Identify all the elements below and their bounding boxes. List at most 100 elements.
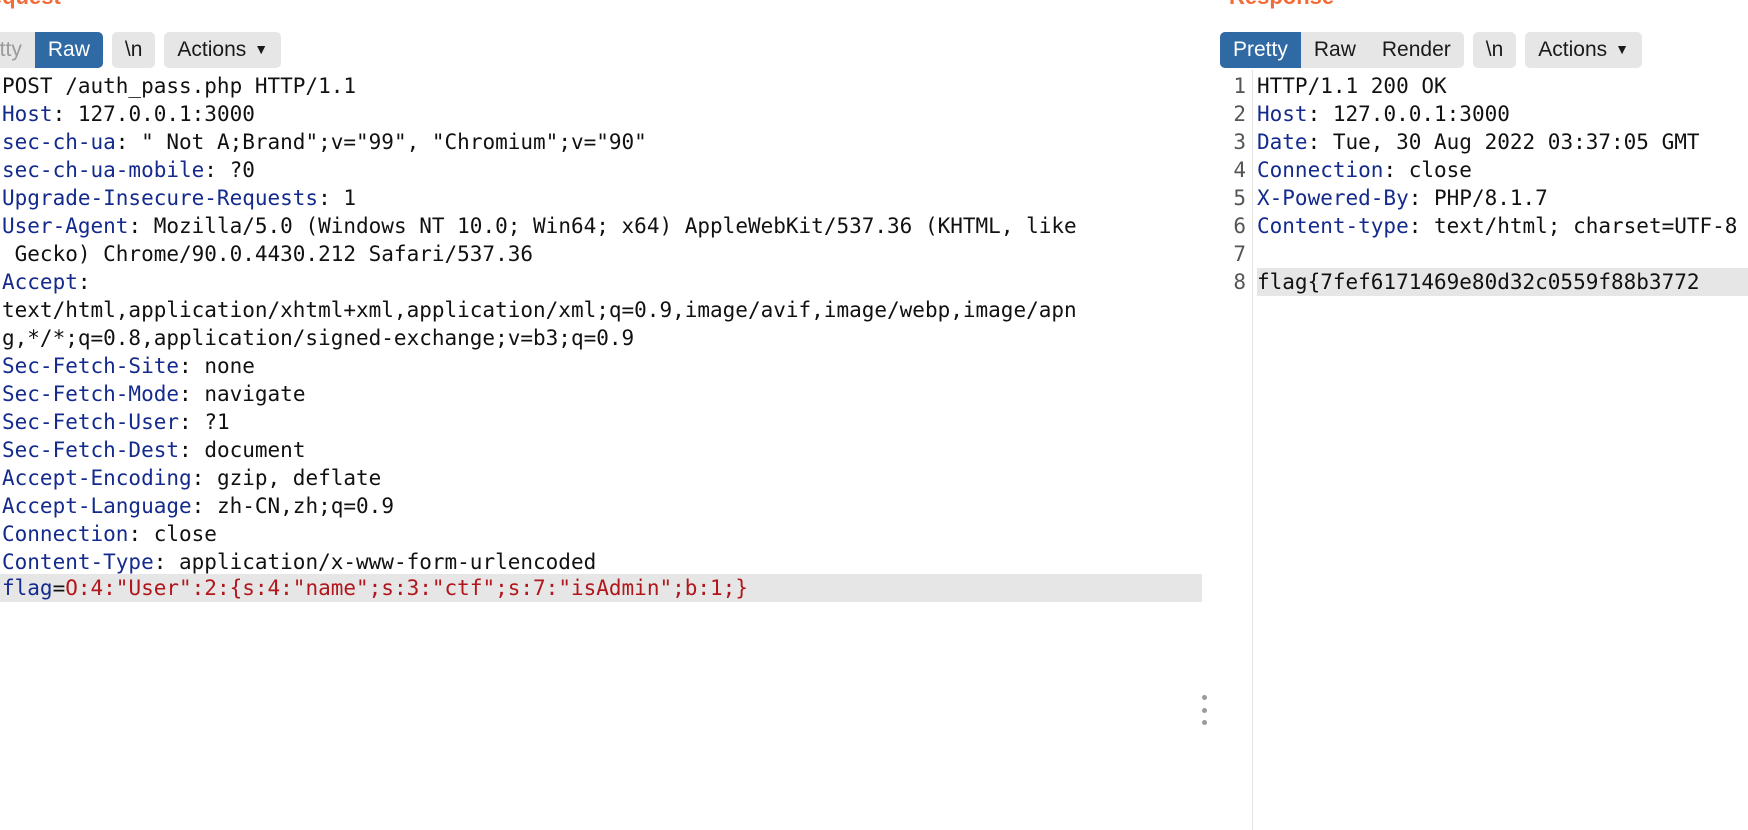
header-value: none [204,354,255,378]
line-number: 5 [1233,186,1246,210]
header-value: application/x-www-form-urlencoded [179,550,597,574]
header-separator: : [1408,214,1435,238]
tab-raw[interactable]: Raw [34,32,103,68]
header-value: document [204,438,306,462]
code-line: User-Agent: Mozilla/5.0 (Windows NT 10.0… [2,212,1202,240]
line-number: 2 [1233,102,1246,126]
header-value: 127.0.0.1:3000 [1332,102,1510,126]
request-tabbar: Pretty Raw \n Actions▼ [0,30,290,70]
request-editor[interactable]: POST /auth_pass.php HTTP/1.1 Host: 127.0.… [2,72,1202,632]
header-value: flag{7fef6171469e80d32c0559f88b3772 [1257,270,1700,294]
header-value: zh-CN,zh;q=0.9 [216,494,394,518]
header-name: X-Powered-By [1257,186,1409,210]
request-body: flag=O:4:"User":2:{s:4:"name";s:3:"ctf";… [0,574,1202,602]
code-line: Content-type: text/html; charset=UTF-8 [1257,212,1748,240]
header-value: text/html; charset=UTF-8 [1434,214,1738,238]
header-value: close [1408,158,1472,182]
code-line: Sec-Fetch-Mode: navigate [2,380,1202,408]
header-value: text/html,application/xhtml+xml,applicat… [2,298,1077,322]
header-separator: : [191,494,217,518]
header-name: sec-ch-ua-mobile [2,158,205,182]
header-name: Sec-Fetch-Dest [2,438,180,462]
header-name: Sec-Fetch-User [2,410,180,434]
code-line: Host: 127.0.0.1:3000 [2,100,1202,128]
code-line: Sec-Fetch-Dest: document [2,436,1202,464]
request-body-line[interactable]: flag=O:4:"User":2:{s:4:"name";s:3:"ctf";… [0,574,1202,602]
code-line: Connection: close [1257,156,1748,184]
line-number: 7 [1233,242,1246,266]
line-number: 1 [1233,74,1246,98]
tab-raw[interactable]: Raw [1301,32,1369,68]
header-name: Sec-Fetch-Site [2,354,180,378]
param-value: O:4:"User":2:{s:4:"name";s:3:"ctf";s:7:"… [65,576,748,600]
code-line: X-Powered-By: PHP/8.1.7 [1257,184,1748,212]
header-value: ?0 [229,158,255,182]
code-line: g,*/*;q=0.8,application/signed-exchange;… [2,324,1202,352]
header-name: Accept-Language [2,494,192,518]
actions-button[interactable]: Actions ▼ [1525,32,1642,68]
code-line: Host: 127.0.0.1:3000 [1257,100,1748,128]
code-line: sec-ch-ua-mobile: ?0 [2,156,1202,184]
header-name: Connection [1257,158,1384,182]
header-name: Date [1257,130,1308,154]
response-editor[interactable]: HTTP/1.1 200 OK Host: 127.0.0.1:3000 Date:… [1257,72,1748,296]
header-separator: : [204,158,230,182]
code-line: Accept: [2,268,1202,296]
header-name: Upgrade-Insecure-Requests [2,186,319,210]
header-value: gzip, deflate [216,466,382,490]
header-value: Gecko) Chrome/90.0.4430.212 Safari/537.3… [2,242,534,266]
header-value: HTTP/1.1 200 OK [1257,74,1447,98]
header-separator: : [179,410,205,434]
code-line: Sec-Fetch-User: ?1 [2,408,1202,436]
response-tabbar: Pretty Raw Render \n Actions ▼ [1220,30,1651,70]
header-value: Mozilla/5.0 (Windows NT 10.0; Win64; x64… [153,214,1077,238]
panel-resize-handle[interactable] [1200,695,1208,725]
tab-pretty[interactable]: Pretty [1220,32,1301,68]
header-name: Content-type [1257,214,1409,238]
newline-toggle[interactable]: \n [1473,32,1517,68]
code-line: text/html,application/xhtml+xml,applicat… [2,296,1202,324]
actions-group: Actions ▼ [164,32,282,68]
param-separator: = [52,576,66,600]
actions-button[interactable]: Actions ▼ [164,32,281,68]
code-line: Connection: close [2,520,1202,548]
header-separator: : [179,438,205,462]
code-line: flag{7fef6171469e80d32c0559f88b3772 [1257,268,1748,296]
code-line: POST /auth_pass.php HTTP/1.1 [2,72,1202,100]
header-separator: : [1307,130,1333,154]
header-separator: : [153,550,180,574]
request-view-group: Pretty Raw [0,32,103,68]
header-separator: : [191,466,217,490]
header-name: Content-Type [2,550,154,574]
header-name: sec-ch-ua [2,130,116,154]
header-separator: : [179,382,205,406]
header-name: Connection [2,522,129,546]
chevron-down-icon: ▼ [254,41,269,57]
header-value: navigate [204,382,306,406]
line-number: 8 [1233,270,1246,294]
header-value: POST /auth_pass.php HTTP/1.1 [2,74,357,98]
header-separator: : [318,186,344,210]
header-name: Host [2,102,53,126]
header-separator: : [115,130,142,154]
header-value: Tue, 30 Aug 2022 03:37:05 GMT [1332,130,1700,154]
response-view-group: Pretty Raw Render [1220,32,1464,68]
request-title: Request [0,0,61,10]
header-name: Accept [2,270,78,294]
newline-toggle[interactable]: \n [112,32,156,68]
header-separator: : [179,354,205,378]
header-value: 1 [343,186,357,210]
tab-pretty[interactable]: Pretty [0,32,35,68]
line-number: 3 [1233,130,1246,154]
code-line: Content-Type: application/x-www-form-url… [2,548,1202,576]
header-separator: : [128,522,154,546]
code-line: Accept-Encoding: gzip, deflate [2,464,1202,492]
tab-render[interactable]: Render [1369,32,1464,68]
actions-group: Actions ▼ [1525,32,1643,68]
response-gutter-divider [1252,70,1253,830]
header-value: close [153,522,217,546]
header-separator: : [77,270,91,294]
code-line: Gecko) Chrome/90.0.4430.212 Safari/537.3… [2,240,1202,268]
